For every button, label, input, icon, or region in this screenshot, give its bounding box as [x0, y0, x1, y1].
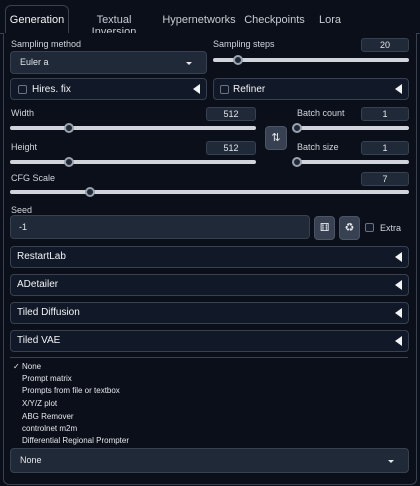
batch-size-input[interactable]: 1	[361, 141, 409, 155]
width-slider[interactable]	[10, 126, 256, 130]
cfg-scale-slider-handle[interactable]	[85, 187, 95, 197]
height-label: Height	[11, 142, 38, 152]
sampling-steps-input[interactable]: 20	[361, 38, 409, 52]
width-slider-handle[interactable]	[64, 123, 74, 133]
list-item[interactable]: Differential Regional Prompter	[22, 436, 129, 445]
accordion-restartlab[interactable]: RestartLab	[10, 246, 409, 268]
accordion-tiled-vae[interactable]: Tiled VAE	[10, 330, 409, 352]
expand-arrow-icon	[395, 252, 402, 262]
chevron-down-icon	[186, 61, 192, 65]
list-item[interactable]: ABG Remover	[22, 412, 74, 421]
seed-value: -1	[19, 222, 28, 232]
random-seed-button[interactable]: ⚅	[314, 216, 335, 240]
swap-icon: ⇅	[271, 132, 281, 144]
hires-fix-accordion[interactable]: Hires. fix	[10, 78, 207, 100]
accordion-label: RestartLab	[17, 251, 66, 262]
script-dropdown-value: None	[20, 455, 42, 465]
recycle-icon: ♻	[344, 222, 355, 234]
tab-generation[interactable]: Generation	[5, 5, 69, 35]
batch-count-slider-handle[interactable]	[292, 123, 302, 133]
tab-hypernetworks[interactable]: Hypernetworks	[160, 8, 238, 34]
accordion-label: Tiled VAE	[17, 335, 61, 346]
width-label: Width	[11, 108, 35, 118]
list-item[interactable]: None	[22, 362, 41, 371]
sampling-method-value: Euler a	[20, 57, 49, 67]
hires-fix-checkbox[interactable]	[18, 85, 27, 94]
list-item[interactable]: X/Y/Z plot	[22, 399, 57, 408]
expand-arrow-icon	[395, 308, 402, 318]
list-item[interactable]: controlnet m2m	[22, 424, 77, 433]
batch-count-input[interactable]: 1	[361, 107, 409, 121]
sampling-steps-label: Sampling steps	[213, 39, 275, 49]
tab-lora[interactable]: Lora	[312, 8, 348, 34]
selected-check-icon: ✓	[13, 362, 20, 371]
batch-count-label: Batch count	[297, 108, 345, 118]
tab-textual-inversion[interactable]: Textual Inversion	[74, 8, 154, 38]
expand-arrow-icon	[395, 336, 402, 346]
refiner-checkbox[interactable]	[220, 85, 229, 94]
batch-size-slider-handle[interactable]	[292, 157, 302, 167]
accordion-adetailer[interactable]: ADetailer	[10, 274, 409, 296]
tab-checkpoints[interactable]: Checkpoints	[243, 8, 306, 34]
script-options-list: ✓ None Prompt matrix Prompts from file o…	[10, 357, 408, 445]
extra-checkbox[interactable]	[365, 223, 374, 232]
expand-arrow-icon	[395, 280, 402, 290]
tab-bar: Generation Textual Inversion Hypernetwor…	[0, 0, 420, 38]
dice-icon: ⚅	[319, 222, 330, 234]
width-input[interactable]: 512	[206, 107, 256, 121]
list-item[interactable]: Prompts from file or textbox	[22, 386, 120, 395]
batch-size-label: Batch size	[297, 142, 339, 152]
cfg-scale-slider[interactable]	[10, 190, 409, 194]
list-item[interactable]: Prompt matrix	[22, 374, 72, 383]
height-input[interactable]: 512	[206, 141, 256, 155]
reuse-seed-button[interactable]: ♻	[339, 216, 360, 240]
sampling-steps-slider-handle[interactable]	[233, 55, 243, 65]
accordion-label: Tiled Diffusion	[17, 307, 80, 318]
hires-fix-label: Hires. fix	[32, 84, 71, 95]
accordion-tiled-diffusion[interactable]: Tiled Diffusion	[10, 302, 409, 324]
swap-dimensions-button[interactable]: ⇅	[265, 126, 287, 150]
cfg-scale-input[interactable]: 7	[361, 172, 409, 186]
chevron-down-icon	[388, 459, 394, 463]
sampling-method-dropdown[interactable]: Euler a	[10, 51, 207, 74]
refiner-accordion[interactable]: Refiner	[213, 78, 409, 100]
accordion-label: ADetailer	[17, 279, 59, 290]
seed-label: Seed	[11, 205, 33, 215]
batch-size-slider[interactable]	[297, 160, 409, 164]
expand-arrow-icon	[193, 84, 200, 94]
extra-label: Extra	[380, 223, 402, 233]
sampling-method-label: Sampling method	[11, 39, 82, 49]
expand-arrow-icon	[395, 84, 402, 94]
cfg-scale-label: CFG Scale	[11, 173, 56, 183]
script-dropdown[interactable]: None	[10, 448, 409, 473]
seed-input[interactable]: -1	[10, 215, 310, 239]
refiner-label: Refiner	[233, 84, 266, 95]
height-slider-handle[interactable]	[64, 157, 74, 167]
height-slider[interactable]	[10, 160, 256, 164]
batch-count-slider[interactable]	[297, 126, 409, 130]
